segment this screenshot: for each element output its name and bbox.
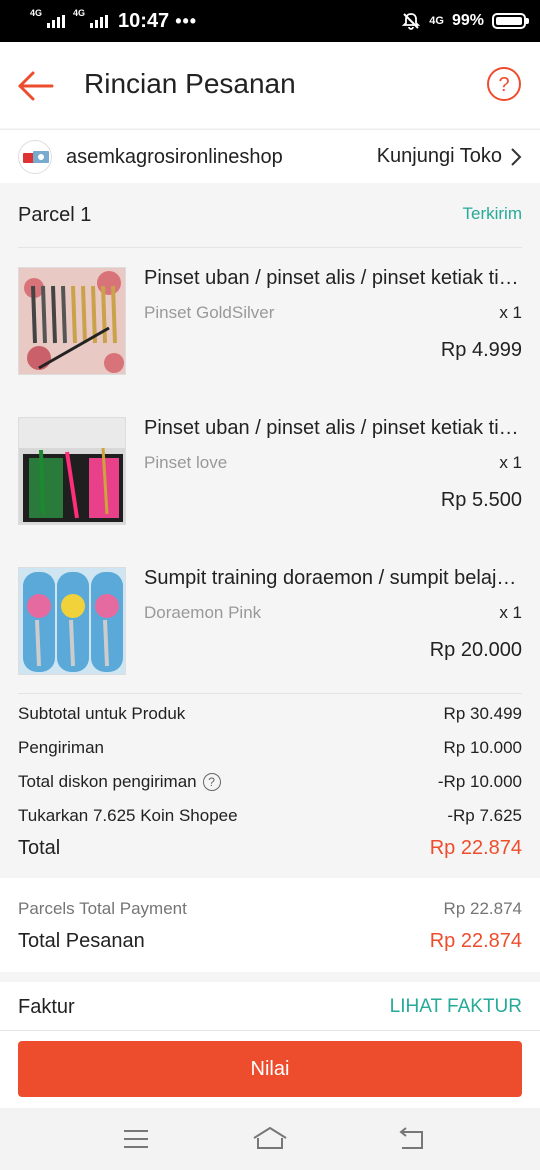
total-value: Rp 22.874 <box>429 837 522 859</box>
signal-2: 4G <box>73 8 109 28</box>
subtotal-value: Rp 30.499 <box>443 704 522 723</box>
summary-subtotal: Subtotal untuk Produk Rp 30.499 <box>18 704 522 724</box>
product-image <box>18 267 126 375</box>
order-total-value: Rp 22.874 <box>429 930 522 952</box>
product-image <box>18 567 126 675</box>
menu-icon[interactable] <box>120 1124 152 1154</box>
order-total-row: Total Pesanan Rp 22.874 <box>18 930 522 953</box>
home-icon[interactable] <box>252 1124 288 1154</box>
notification-dots: ••• <box>175 10 198 31</box>
svg-text:?: ? <box>498 74 509 96</box>
shop-name: asemkagrosironlineshop <box>66 146 283 168</box>
shop-logo <box>18 140 52 174</box>
view-invoice-link[interactable]: LIHAT FAKTUR <box>390 996 522 1018</box>
invoice-label: Faktur <box>18 996 75 1018</box>
parcel-status: Terkirim <box>462 204 523 223</box>
summary-coins: Tukarkan 7.625 Koin Shopee -Rp 7.625 <box>18 806 522 826</box>
invoice-row: Faktur LIHAT FAKTUR <box>18 996 522 1019</box>
battery-percent: 99% <box>451 12 484 29</box>
chevron-right-icon <box>511 147 522 166</box>
system-nav-bar <box>0 1108 540 1170</box>
parcel-title: Parcel 1 <box>18 204 92 226</box>
item-variant: Pinset GoldSilver <box>144 303 275 322</box>
clock: 10:47 <box>118 9 170 32</box>
status-bar: 4G 4G 10:47 ••• 4G 99% <box>0 0 540 42</box>
ship-discount-label: Total diskon pengiriman <box>18 772 197 791</box>
item-quantity: x 1 <box>499 453 522 472</box>
order-total-label: Total Pesanan <box>18 930 145 952</box>
summary-shipping-discount: Total diskon pengiriman? -Rp 10.000 <box>18 772 522 792</box>
bottom-action-bar: Nilai <box>0 1030 540 1108</box>
item-price: Rp 4.999 <box>440 339 522 361</box>
rate-button[interactable]: Nilai <box>18 1041 522 1097</box>
signal-bars-icon <box>47 14 66 28</box>
item-name: Sumpit training doraemon / sumpit belaja… <box>144 567 522 589</box>
back-nav-icon[interactable] <box>396 1124 428 1154</box>
signal-1: 4G <box>30 8 66 28</box>
parcels-total-value: Rp 22.874 <box>443 899 522 918</box>
app-header: Rincian Pesanan ? <box>0 42 540 128</box>
summary-total: Total Rp 22.874 <box>18 837 522 860</box>
signal-bars-icon <box>90 14 109 28</box>
coins-value: -Rp 7.625 <box>447 806 522 825</box>
shipping-label: Pengiriman <box>18 738 104 757</box>
shop-row[interactable]: asemkagrosironlineshop Kunjungi Toko <box>0 129 540 183</box>
order-item[interactable]: Pinset uban / pinset alis / pinset ketia… <box>18 267 522 377</box>
battery-icon <box>492 13 529 29</box>
item-price: Rp 5.500 <box>440 489 522 511</box>
product-image <box>18 417 126 525</box>
help-icon[interactable]: ? <box>486 66 522 102</box>
info-icon[interactable]: ? <box>202 773 221 791</box>
item-quantity: x 1 <box>499 303 522 322</box>
subtotal-label: Subtotal untuk Produk <box>18 704 186 723</box>
page-title: Rincian Pesanan <box>84 68 296 99</box>
item-variant: Doraemon Pink <box>144 603 262 622</box>
item-variant: Pinset love <box>144 453 228 472</box>
ship-discount-value: -Rp 10.000 <box>437 772 522 791</box>
order-item[interactable]: Sumpit training doraemon / sumpit belaja… <box>18 567 522 677</box>
visit-shop-link[interactable]: Kunjungi Toko <box>377 145 522 168</box>
coins-label: Tukarkan 7.625 Koin Shopee <box>18 806 238 825</box>
divider <box>18 693 522 694</box>
item-name: Pinset uban / pinset alis / pinset ketia… <box>144 267 522 289</box>
item-price: Rp 20.000 <box>429 639 522 661</box>
visit-shop-label: Kunjungi Toko <box>376 145 502 167</box>
payment-card: Parcels Total Payment Rp 22.874 Total Pe… <box>0 878 540 972</box>
network-type-3: 4G <box>429 15 444 27</box>
order-item[interactable]: Pinset uban / pinset alis / pinset ketia… <box>18 417 522 527</box>
network-type-1: 4G <box>30 7 43 18</box>
network-type-2: 4G <box>73 7 86 18</box>
invoice-card: Faktur LIHAT FAKTUR <box>0 982 540 1030</box>
summary-shipping: Pengiriman Rp 10.000 <box>18 738 522 758</box>
parcels-total-row: Parcels Total Payment Rp 22.874 <box>18 899 522 919</box>
item-quantity: x 1 <box>499 603 522 622</box>
back-arrow-icon[interactable] <box>16 66 56 106</box>
total-label: Total <box>18 837 61 859</box>
mute-bell-icon <box>402 13 421 30</box>
parcel-header: Parcel 1 Terkirim <box>18 196 522 248</box>
parcels-total-label: Parcels Total Payment <box>18 899 187 918</box>
shipping-value: Rp 10.000 <box>443 738 522 757</box>
item-name: Pinset uban / pinset alis / pinset ketia… <box>144 417 522 439</box>
